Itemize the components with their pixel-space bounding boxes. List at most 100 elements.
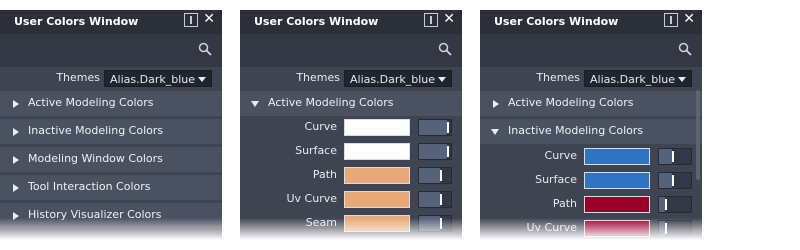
section-label: Active Modeling Colors	[268, 96, 394, 109]
collapse-arrow-icon	[491, 129, 499, 135]
alpha-slider[interactable]	[418, 119, 452, 136]
color-swatch[interactable]	[344, 167, 410, 184]
search-icon[interactable]	[198, 42, 212, 56]
color-swatch[interactable]	[344, 143, 410, 160]
alpha-slider-handle[interactable]	[440, 194, 442, 205]
alpha-slider[interactable]	[658, 220, 692, 237]
color-label: Path	[312, 168, 337, 181]
section-history-visualizer-colors[interactable]: History Visualizer Colors	[0, 203, 222, 228]
section-modeling-window-colors[interactable]: Modeling Window Colors	[0, 147, 222, 172]
themes-dropdown[interactable]: Alias.Dark_blue	[104, 70, 212, 87]
alpha-slider[interactable]	[418, 191, 452, 208]
alpha-slider[interactable]	[418, 167, 452, 184]
dock-icon[interactable]	[184, 13, 198, 27]
alpha-slider-fill	[419, 168, 440, 183]
section-label: Tool Interaction Colors	[28, 180, 151, 193]
expand-arrow-icon	[13, 212, 19, 220]
section-active-modeling-colors[interactable]: Active Modeling Colors	[480, 91, 702, 116]
themes-value: Alias.Dark_blue	[110, 73, 195, 86]
color-label: Uv Curve	[526, 221, 577, 234]
alpha-slider-handle[interactable]	[440, 218, 442, 229]
color-row-seam: Seam	[240, 212, 462, 236]
color-row-path: Path	[480, 193, 702, 217]
color-label: Uv Curve	[286, 192, 337, 205]
color-row-surface: Surface	[480, 169, 702, 193]
search-bar	[0, 34, 222, 67]
alpha-slider[interactable]	[658, 148, 692, 165]
alpha-slider[interactable]	[418, 215, 452, 232]
themes-row: Themes Alias.Dark_blue	[480, 67, 702, 91]
user-colors-window-panel-2: User Colors Window ✕ Themes Alias.Dark_b…	[240, 10, 462, 240]
expand-arrow-icon	[13, 156, 19, 164]
color-label: Surface	[295, 144, 337, 157]
search-icon[interactable]	[438, 42, 452, 56]
themes-value: Alias.Dark_blue	[350, 73, 435, 86]
section-active-modeling-colors[interactable]: Active Modeling Colors	[0, 91, 222, 116]
dock-icon[interactable]	[424, 13, 438, 27]
chevron-down-icon	[438, 77, 446, 82]
alpha-slider-handle[interactable]	[447, 146, 449, 157]
color-swatch[interactable]	[584, 196, 650, 213]
title-bar[interactable]: User Colors Window ✕	[240, 10, 462, 34]
collapse-arrow-icon	[251, 101, 259, 107]
color-label: Surface	[535, 173, 577, 186]
search-icon[interactable]	[678, 42, 692, 56]
section-label: Active Modeling Colors	[508, 96, 634, 109]
alpha-slider-fill	[419, 144, 447, 159]
chevron-down-icon	[678, 77, 686, 82]
section-label: Modeling Window Colors	[28, 152, 163, 165]
section-label: Inactive Modeling Colors	[28, 124, 164, 137]
alpha-slider-handle[interactable]	[665, 199, 667, 210]
alpha-slider[interactable]	[658, 172, 692, 189]
color-row-path: Path	[240, 164, 462, 188]
alpha-slider[interactable]	[418, 143, 452, 160]
color-row-curve: Curve	[240, 116, 462, 140]
dock-icon[interactable]	[664, 13, 678, 27]
section-tool-interaction-colors[interactable]: Tool Interaction Colors	[0, 175, 222, 200]
color-label: Curve	[544, 149, 577, 162]
title-bar[interactable]: User Colors Window ✕	[0, 10, 222, 34]
color-swatch[interactable]	[584, 148, 650, 165]
alpha-slider-handle[interactable]	[440, 170, 442, 181]
color-swatch[interactable]	[584, 220, 650, 237]
user-colors-window-panel-1: User Colors Window ✕ Themes Alias.Dark_b…	[0, 10, 222, 240]
color-row-surface: Surface	[240, 140, 462, 164]
themes-dropdown[interactable]: Alias.Dark_blue	[584, 70, 692, 87]
alpha-slider-fill	[419, 192, 440, 207]
title-bar[interactable]: User Colors Window ✕	[480, 10, 702, 34]
themes-label: Themes	[56, 71, 100, 84]
color-row-curve: Curve	[480, 145, 702, 169]
expand-arrow-icon	[493, 100, 499, 108]
window-title: User Colors Window	[254, 15, 379, 28]
color-swatch[interactable]	[344, 119, 410, 136]
window-title: User Colors Window	[14, 15, 139, 28]
themes-value: Alias.Dark_blue	[590, 73, 675, 86]
section-inactive-modeling-colors[interactable]: Inactive Modeling Colors	[0, 119, 222, 144]
alpha-slider-handle[interactable]	[672, 151, 674, 162]
alpha-slider-handle[interactable]	[665, 223, 667, 234]
window-title: User Colors Window	[494, 15, 619, 28]
color-swatch[interactable]	[344, 215, 410, 232]
alpha-slider-handle[interactable]	[672, 175, 674, 186]
alpha-slider-fill	[419, 216, 440, 231]
expand-arrow-icon	[13, 128, 19, 136]
close-icon[interactable]: ✕	[443, 11, 455, 27]
scrollbar[interactable]	[696, 90, 700, 180]
close-icon[interactable]: ✕	[683, 11, 695, 27]
alpha-slider-handle[interactable]	[447, 122, 449, 133]
search-bar	[480, 34, 702, 67]
themes-dropdown[interactable]: Alias.Dark_blue	[344, 70, 452, 87]
color-label: Path	[552, 197, 577, 210]
section-label: History Visualizer Colors	[28, 208, 162, 221]
color-row-uv-curve: Uv Curve	[240, 188, 462, 212]
section-inactive-modeling-colors[interactable]: Inactive Modeling Colors	[480, 119, 702, 144]
chevron-down-icon	[198, 77, 206, 82]
section-label: Inactive Modeling Colors	[508, 124, 644, 137]
alpha-slider-fill	[659, 149, 672, 164]
color-swatch[interactable]	[344, 191, 410, 208]
close-icon[interactable]: ✕	[203, 11, 215, 27]
section-active-modeling-colors[interactable]: Active Modeling Colors	[240, 91, 462, 116]
color-swatch[interactable]	[584, 172, 650, 189]
alpha-slider[interactable]	[658, 196, 692, 213]
alpha-slider-fill	[419, 120, 447, 135]
